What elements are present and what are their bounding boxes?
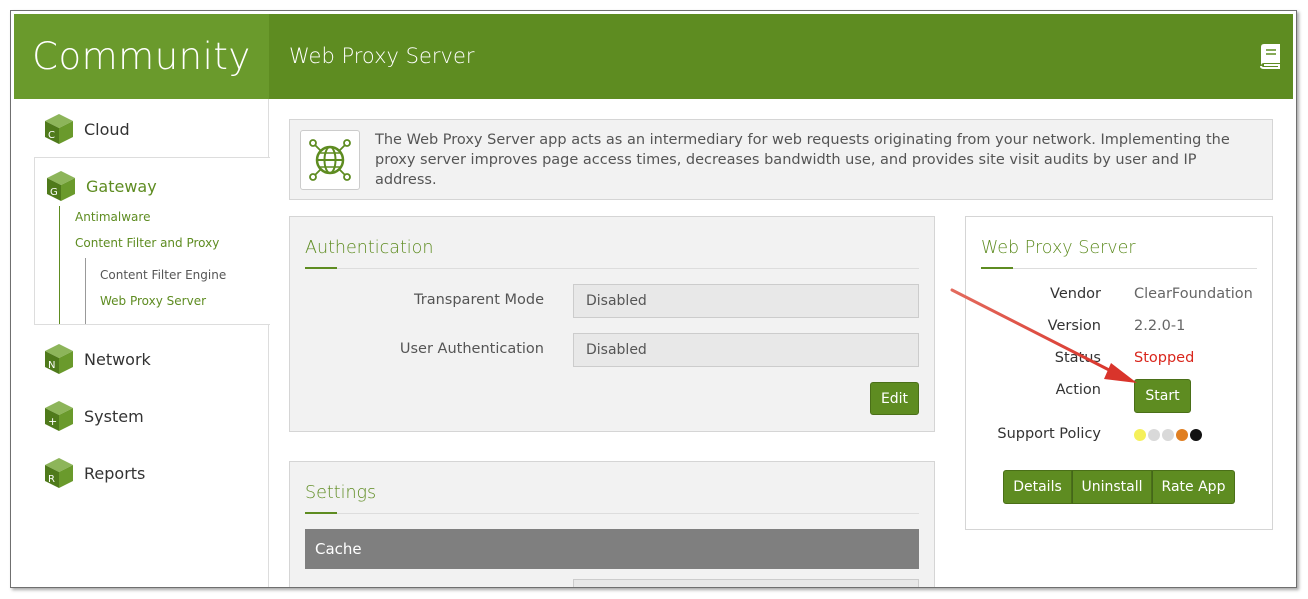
cache-section-header: Cache <box>305 529 919 569</box>
subnav-web-proxy-server[interactable]: Web Proxy Server <box>100 294 206 308</box>
action-label: Action <box>1055 382 1101 398</box>
support-dot-1 <box>1134 429 1146 441</box>
settings-panel: Settings Cache <box>289 461 935 587</box>
details-button[interactable]: Details <box>1003 470 1072 504</box>
user-authentication-field[interactable]: Disabled <box>573 333 919 367</box>
svg-text:R: R <box>48 474 55 485</box>
sidebar-item-label: Gateway <box>86 176 157 196</box>
support-dot-2 <box>1148 429 1160 441</box>
app-window: Community Web Proxy Server C Cloud G Gat… <box>10 10 1297 588</box>
version-label: Version <box>1047 318 1101 334</box>
reports-cube-icon: R <box>45 458 73 488</box>
book-icon[interactable] <box>1255 42 1283 70</box>
subnav-antimalware[interactable]: Antimalware <box>75 210 150 224</box>
support-dot-4 <box>1176 429 1188 441</box>
cloud-cube-icon: C <box>45 114 73 144</box>
sidebar-item-gateway[interactable]: G Gateway <box>46 170 157 202</box>
gateway-section: G Gateway Antimalware Content Filter and… <box>34 157 270 325</box>
app-description: The Web Proxy Server app acts as an inte… <box>289 119 1273 200</box>
support-dot-3 <box>1162 429 1174 441</box>
vendor-value: ClearFoundation <box>1134 286 1253 302</box>
transparent-mode-field[interactable]: Disabled <box>573 284 919 318</box>
svg-text:+: + <box>48 415 57 428</box>
uninstall-button[interactable]: Uninstall <box>1072 470 1152 504</box>
panel-title: Web Proxy Server <box>981 238 1136 258</box>
user-authentication-label: User Authentication <box>399 341 544 357</box>
app-actions-group: Details Uninstall Rate App <box>1003 470 1235 504</box>
panel-divider <box>305 512 919 514</box>
edit-button[interactable]: Edit <box>870 382 919 415</box>
network-cube-icon: N <box>45 344 73 374</box>
sidebar-item-system[interactable]: + System <box>44 400 144 432</box>
page-title: Web Proxy Server <box>289 44 475 68</box>
sidebar-item-cloud[interactable]: C Cloud <box>44 113 130 145</box>
header-bar: Web Proxy Server <box>269 14 1293 99</box>
svg-text:G: G <box>50 187 58 198</box>
subnav-content-filter-proxy[interactable]: Content Filter and Proxy <box>75 236 219 250</box>
brand-label: Community <box>32 35 251 78</box>
start-button[interactable]: Start <box>1134 379 1191 413</box>
gateway-cube-icon: G <box>47 171 75 201</box>
cache-label: Cache <box>315 540 362 558</box>
tree-line <box>85 258 86 324</box>
intro-text: The Web Proxy Server app acts as an inte… <box>375 132 1230 188</box>
app-icon-box <box>300 130 360 190</box>
support-policy-label: Support Policy <box>997 426 1101 442</box>
globe-icon <box>309 139 351 181</box>
status-label: Status <box>1054 350 1101 366</box>
version-value: 2.2.0-1 <box>1134 318 1186 334</box>
authentication-panel: Authentication Transparent Mode Disabled… <box>289 216 935 432</box>
sidebar-item-label: Reports <box>84 463 146 483</box>
sidebar-item-label: Network <box>84 349 151 369</box>
sidebar-item-network[interactable]: N Network <box>44 343 151 375</box>
status-value: Stopped <box>1134 350 1195 366</box>
sidebar-item-label: Cloud <box>84 119 130 139</box>
system-cube-icon: + <box>45 401 73 431</box>
sidebar-item-reports[interactable]: R Reports <box>44 457 145 489</box>
panel-divider <box>981 267 1257 269</box>
tree-line <box>59 206 60 324</box>
svg-text:N: N <box>48 360 55 371</box>
brand-logo[interactable]: Community <box>14 14 269 99</box>
panel-title: Settings <box>305 483 377 503</box>
sidebar-item-label: System <box>84 406 144 426</box>
subnav-content-filter-engine[interactable]: Content Filter Engine <box>100 268 226 282</box>
panel-title: Authentication <box>305 238 434 258</box>
rate-app-button[interactable]: Rate App <box>1152 470 1235 504</box>
support-dot-5 <box>1190 429 1202 441</box>
svg-text:C: C <box>48 130 55 141</box>
sidebar: C Cloud G Gateway Antimalware Content Fi… <box>14 99 270 587</box>
transparent-mode-label: Transparent Mode <box>414 292 544 308</box>
cache-field[interactable] <box>573 579 919 587</box>
panel-divider <box>305 267 919 269</box>
vendor-label: Vendor <box>1050 286 1101 302</box>
